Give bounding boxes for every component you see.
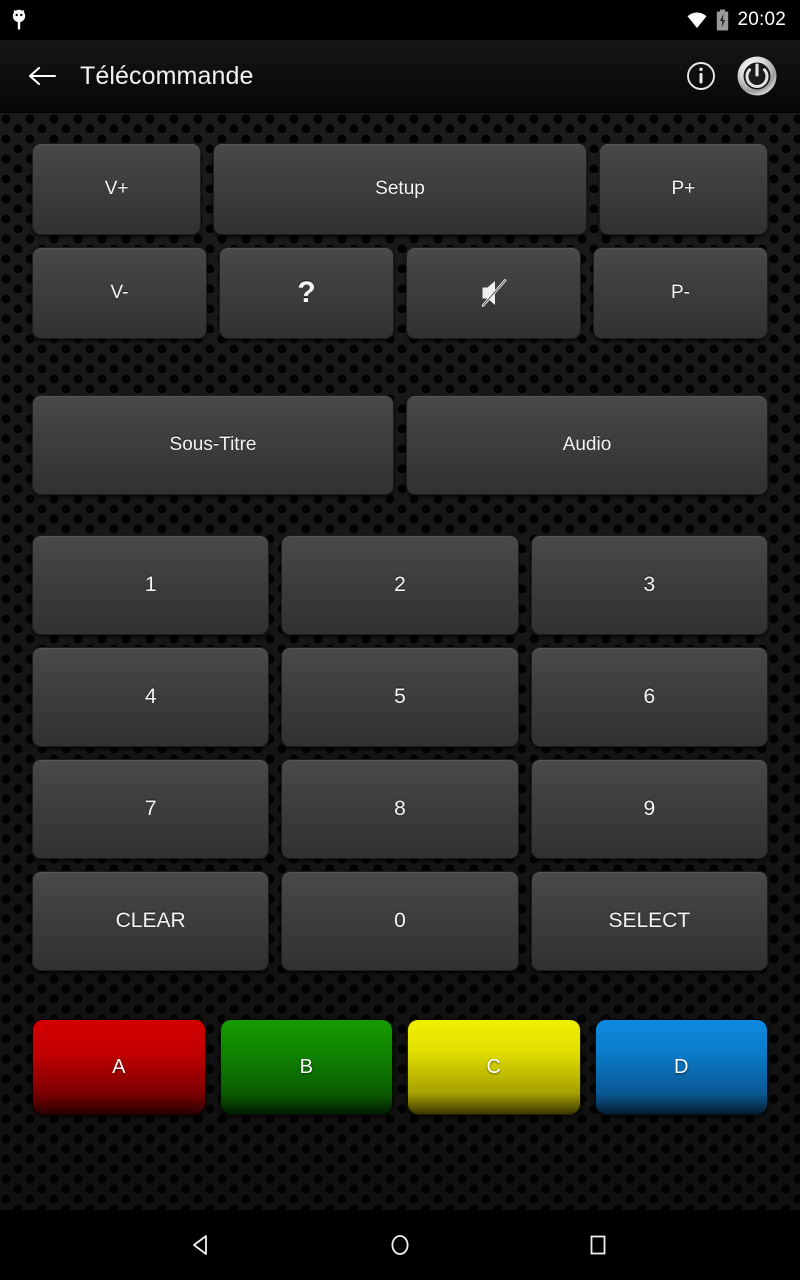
volume-down-button[interactable]: V- [32, 247, 207, 339]
control-row-2: V- ? P- [32, 247, 768, 339]
mute-icon [473, 272, 515, 314]
help-button[interactable]: ? [219, 247, 394, 339]
key-9-button[interactable]: 9 [530, 759, 768, 859]
media-row: Sous-Titre Audio [32, 395, 768, 495]
back-triangle-icon [193, 1235, 207, 1255]
setup-button[interactable]: Setup [213, 143, 587, 235]
action-bar: Télécommande [0, 40, 800, 113]
power-icon[interactable] [736, 55, 778, 97]
home-circle-icon [391, 1235, 409, 1255]
audio-button[interactable]: Audio [406, 395, 768, 495]
color-button-row: A B C D [32, 1019, 768, 1115]
key-8-button[interactable]: 8 [281, 759, 519, 859]
android-navigation-bar [0, 1210, 800, 1280]
back-arrow-icon [28, 66, 57, 86]
wifi-icon [686, 9, 708, 31]
nav-recents-button[interactable] [574, 1221, 622, 1269]
recents-square-icon [590, 1235, 606, 1255]
android-debug-icon [8, 7, 30, 33]
program-down-button[interactable]: P- [593, 247, 768, 339]
control-row-1: V+ Setup P+ [32, 143, 768, 235]
mute-button[interactable] [406, 247, 581, 339]
volume-up-button[interactable]: V+ [32, 143, 202, 235]
color-b-button[interactable]: B [219, 1019, 393, 1115]
page-title: Télécommande [80, 61, 254, 90]
key-6-button[interactable]: 6 [530, 647, 768, 747]
color-a-button[interactable]: A [32, 1019, 206, 1115]
key-5-button[interactable]: 5 [281, 647, 519, 747]
color-d-button[interactable]: D [594, 1019, 768, 1115]
keypad-row-3: 7 8 9 [32, 759, 768, 859]
battery-charging-icon [716, 9, 729, 31]
gap-after-media [32, 507, 768, 535]
keypad-row-2: 4 5 6 [32, 647, 768, 747]
gap-after-controls [32, 351, 768, 395]
key-3-button[interactable]: 3 [530, 535, 768, 635]
clear-button[interactable]: CLEAR [32, 871, 270, 971]
status-bar-system-icons: 20:02 [686, 9, 786, 31]
key-2-button[interactable]: 2 [281, 535, 519, 635]
action-bar-actions [686, 55, 788, 97]
key-4-button[interactable]: 4 [32, 647, 270, 747]
select-button[interactable]: SELECT [530, 871, 768, 971]
status-bar-notifications [8, 7, 30, 33]
subtitle-button[interactable]: Sous-Titre [32, 395, 394, 495]
info-icon[interactable] [686, 61, 716, 91]
keypad-row-4: CLEAR 0 SELECT [32, 871, 768, 971]
remote-button-grid: V+ Setup P+ V- ? P- Sous-Titre Audio 1 2… [0, 113, 800, 1115]
status-bar: 20:02 [0, 0, 800, 40]
nav-back-button[interactable] [178, 1221, 226, 1269]
key-0-button[interactable]: 0 [281, 871, 519, 971]
remote-panel: V+ Setup P+ V- ? P- Sous-Titre Audio 1 2… [0, 113, 800, 1210]
nav-home-button[interactable] [376, 1221, 424, 1269]
gap-before-colors [32, 983, 768, 1011]
remote-control-screen: 20:02 Télécommande V+ Setup P+ V- ? P- S… [0, 0, 800, 1280]
back-button[interactable] [22, 56, 62, 96]
key-7-button[interactable]: 7 [32, 759, 270, 859]
color-c-button[interactable]: C [407, 1019, 581, 1115]
key-1-button[interactable]: 1 [32, 535, 270, 635]
status-bar-clock: 20:02 [737, 9, 786, 30]
program-up-button[interactable]: P+ [598, 143, 768, 235]
keypad-row-1: 1 2 3 [32, 535, 768, 635]
